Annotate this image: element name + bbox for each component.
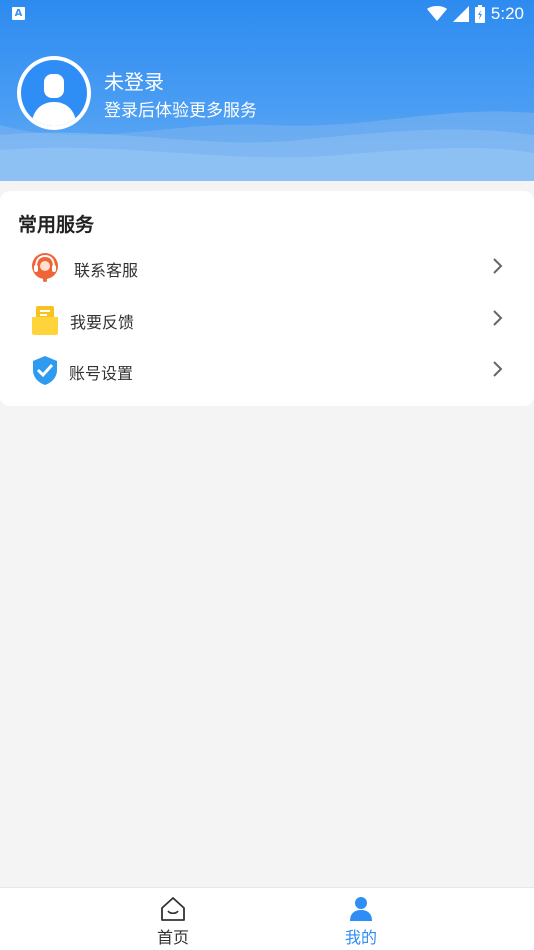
username[interactable]: 未登录 (104, 66, 164, 95)
battery-icon (474, 5, 485, 23)
menu-item-label: 账号设置 (69, 364, 134, 383)
headset-icon (32, 253, 58, 282)
mine-page: A 5:20 未登录 登录后体验更多服务 常用服务 联系客服 我要反馈 账号设置… (0, 0, 534, 950)
avatar[interactable] (17, 56, 91, 130)
status-time: 5:20 (490, 4, 524, 23)
bottom-navigation: 首页 我的 (0, 887, 534, 950)
tab-home-label: 首页 (156, 928, 189, 947)
chevron-right-icon (493, 361, 503, 377)
menu-item-label: 我要反馈 (70, 313, 135, 332)
menu-item-contact-service[interactable]: 联系客服 (0, 245, 534, 289)
user-icon (350, 897, 372, 921)
chevron-right-icon (493, 258, 503, 274)
home-icon (161, 897, 185, 921)
chevron-right-icon (493, 310, 503, 326)
status-notification-icon: A (12, 7, 25, 20)
tab-mine[interactable]: 我的 (291, 888, 431, 950)
feedback-folder-icon (32, 306, 58, 335)
menu-item-feedback[interactable]: 我要反馈 (0, 297, 534, 341)
login-hint[interactable]: 登录后体验更多服务 (104, 96, 257, 121)
signal-icon (452, 6, 469, 22)
status-icons: 5:20 (426, 3, 524, 25)
wifi-icon (426, 6, 447, 21)
default-avatar-icon (21, 60, 87, 126)
section-title: 常用服务 (18, 214, 95, 236)
tab-home[interactable]: 首页 (103, 888, 243, 950)
profile-header: A 5:20 未登录 登录后体验更多服务 (0, 0, 534, 181)
menu-item-account-settings[interactable]: 账号设置 (0, 348, 534, 392)
shield-check-icon (33, 356, 57, 385)
status-bar: A 5:20 (0, 0, 534, 28)
tab-mine-label: 我的 (344, 928, 377, 947)
menu-item-label: 联系客服 (74, 261, 139, 280)
